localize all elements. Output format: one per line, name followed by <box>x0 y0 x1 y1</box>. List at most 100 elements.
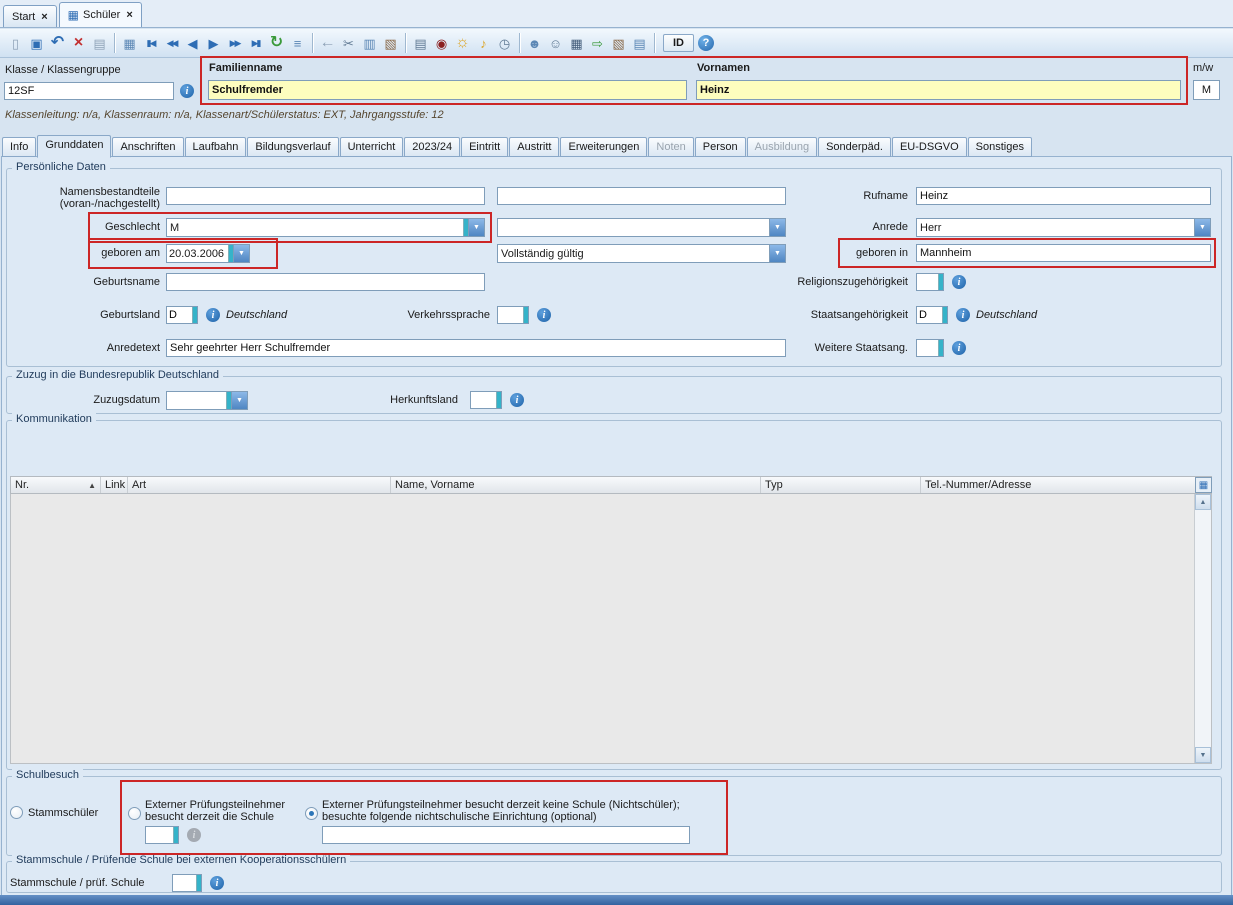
announce-button[interactable]: ♪ <box>473 32 494 54</box>
fast-prev-button[interactable]: ◀◀ <box>161 32 182 54</box>
stammschule-field[interactable] <box>172 874 202 892</box>
person-button[interactable]: ☺ <box>545 32 566 54</box>
picker-stripe[interactable] <box>938 274 943 290</box>
kommunikation-table-body[interactable]: ▲ ▼ <box>10 494 1212 764</box>
tab-eintritt[interactable]: Eintritt <box>461 137 508 157</box>
klasse-input[interactable] <box>4 82 174 100</box>
staatsangehoerigkeit-input[interactable] <box>917 307 942 323</box>
info-icon[interactable]: i <box>952 341 966 355</box>
tab-sonstiges[interactable]: Sonstiges <box>968 137 1032 157</box>
info-icon[interactable]: i <box>956 308 970 322</box>
info-icon[interactable]: i <box>537 308 551 322</box>
weitere-staatsang-field[interactable] <box>916 339 944 357</box>
undo-button[interactable]: ↶ <box>47 32 68 54</box>
tab-laufbahn[interactable]: Laufbahn <box>185 137 247 157</box>
namensbestandteil-voran-input[interactable] <box>166 187 485 205</box>
column-header-name-vorname[interactable]: Name, Vorname <box>391 477 761 493</box>
window-tab-schueler[interactable]: ▦ Schüler × <box>59 2 142 27</box>
scroll-up-icon[interactable]: ▲ <box>1195 494 1211 510</box>
delete-button[interactable]: × <box>68 32 89 54</box>
scroll-down-icon[interactable]: ▼ <box>1195 747 1211 763</box>
familienname-input[interactable] <box>208 80 687 100</box>
dropdown-button[interactable]: ▼ <box>231 392 247 409</box>
anrede-select[interactable]: Herr ▼ <box>916 218 1211 237</box>
info-icon[interactable]: i <box>952 275 966 289</box>
save-button[interactable]: ▣ <box>26 32 47 54</box>
tab-sonderpaed[interactable]: Sonderpäd. <box>818 137 891 157</box>
weitere-staatsang-input[interactable] <box>917 340 938 356</box>
tab-person[interactable]: Person <box>695 137 746 157</box>
close-tab-icon[interactable]: × <box>41 11 47 23</box>
edit-form-button[interactable]: ▤ <box>89 32 110 54</box>
geburtsname-input[interactable] <box>166 273 485 291</box>
vornamen-input[interactable] <box>696 80 1181 100</box>
extern-schule-input[interactable] <box>146 827 173 843</box>
dropdown-button[interactable]: ▼ <box>468 219 484 236</box>
geschlecht-select[interactable]: M ▼ <box>166 218 485 237</box>
herkunftsland-field[interactable] <box>470 391 502 409</box>
history-button[interactable]: ◷ <box>494 32 515 54</box>
tab-schuljahr[interactable]: 2023/24 <box>404 137 460 157</box>
extern-besucht-schule-radio[interactable] <box>128 807 141 820</box>
geburtsdatum-gueltigkeit-select[interactable]: Vollständig gültig ▼ <box>497 244 786 263</box>
matrix-button[interactable]: ▦ <box>566 32 587 54</box>
tab-erweiterungen[interactable]: Erweiterungen <box>560 137 647 157</box>
geboren-am-date-field[interactable]: 20.03.2006 ▼ <box>166 244 250 263</box>
verkehrssprache-field[interactable] <box>497 306 529 324</box>
tab-austritt[interactable]: Austritt <box>509 137 559 157</box>
info-icon[interactable]: i <box>510 393 524 407</box>
geburtsland-field[interactable] <box>166 306 198 324</box>
rufname-input[interactable] <box>916 187 1211 205</box>
tab-bildungsverlauf[interactable]: Bildungsverlauf <box>247 137 338 157</box>
picker-stripe[interactable] <box>173 827 178 843</box>
dropdown-button[interactable]: ▼ <box>233 245 249 262</box>
picker-stripe[interactable] <box>496 392 501 408</box>
religion-field[interactable] <box>916 273 944 291</box>
info-icon[interactable]: i <box>206 308 220 322</box>
report-button[interactable]: ▧ <box>608 32 629 54</box>
herkunftsland-input[interactable] <box>471 392 496 408</box>
stammschueler-radio[interactable] <box>10 806 23 819</box>
window-tab-start[interactable]: Start × <box>3 5 57 27</box>
id-button[interactable]: ID <box>663 34 694 52</box>
group-button[interactable]: ☻ <box>524 32 545 54</box>
back-button[interactable]: ← <box>317 32 338 54</box>
picker-stripe[interactable] <box>192 307 197 323</box>
geschlecht-zusatz-select[interactable]: ▼ <box>497 218 786 237</box>
picker-stripe[interactable] <box>938 340 943 356</box>
fast-next-button[interactable]: ▶▶ <box>224 32 245 54</box>
print-button[interactable]: ▤ <box>410 32 431 54</box>
column-header-typ[interactable]: Typ <box>761 477 921 493</box>
browse-table-button[interactable]: ▦ <box>119 32 140 54</box>
cut-button[interactable]: ✂ <box>338 32 359 54</box>
extern-schule-field[interactable] <box>145 826 179 844</box>
zuzugsdatum-date-field[interactable]: ▼ <box>166 391 248 410</box>
cards-button[interactable]: ▤ <box>629 32 650 54</box>
mw-input[interactable] <box>1193 80 1220 100</box>
column-header-tel-adresse[interactable]: Tel.-Nummer/Adresse <box>921 477 1211 493</box>
tab-info[interactable]: Info <box>2 137 36 157</box>
geburtsland-input[interactable] <box>167 307 192 323</box>
picker-stripe[interactable] <box>196 875 201 891</box>
anredetext-input[interactable] <box>166 339 786 357</box>
next-record-button[interactable]: ▶ <box>203 32 224 54</box>
seal-button[interactable]: ◉ <box>431 32 452 54</box>
export-button[interactable]: ⇨ <box>587 32 608 54</box>
religion-input[interactable] <box>917 274 938 290</box>
prev-record-button[interactable]: ◀ <box>182 32 203 54</box>
last-record-button[interactable]: ▶▮ <box>245 32 266 54</box>
first-record-button[interactable]: ▮◀ <box>140 32 161 54</box>
hint-button[interactable]: ☼ <box>452 32 473 54</box>
tab-anschriften[interactable]: Anschriften <box>112 137 183 157</box>
tab-grunddaten[interactable]: Grunddaten <box>37 135 111 158</box>
new-button[interactable]: ▯ <box>5 32 26 54</box>
refresh-button[interactable]: ↻ <box>266 32 287 54</box>
close-tab-icon[interactable]: × <box>126 9 132 21</box>
column-header-link[interactable]: Link <box>101 477 128 493</box>
help-icon[interactable]: ? <box>698 35 714 51</box>
column-header-art[interactable]: Art <box>128 477 391 493</box>
extern-keine-schule-radio[interactable] <box>305 807 318 820</box>
table-settings-button[interactable]: ▦ <box>1195 477 1212 493</box>
dropdown-button[interactable]: ▼ <box>1194 219 1210 236</box>
staatsangehoerigkeit-field[interactable] <box>916 306 948 324</box>
